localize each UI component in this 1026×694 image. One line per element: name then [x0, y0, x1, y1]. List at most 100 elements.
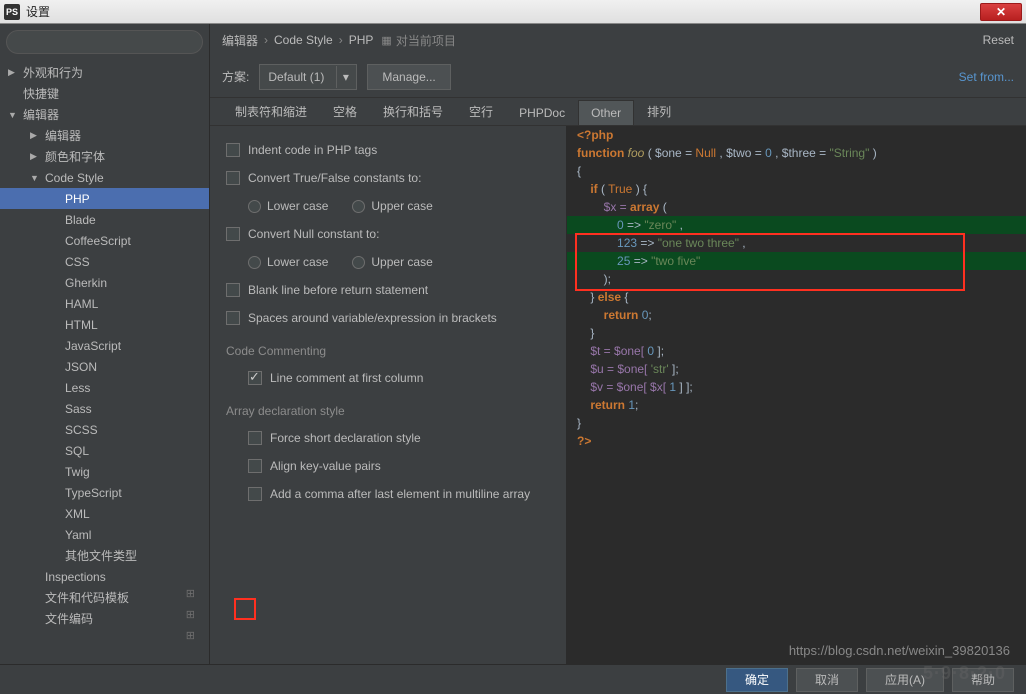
tree-item-label: TypeScript: [65, 486, 122, 500]
tree-item-sql[interactable]: SQL: [0, 440, 209, 461]
tree-item-javascript[interactable]: JavaScript: [0, 335, 209, 356]
tree-item-编辑器[interactable]: ▶编辑器: [0, 125, 209, 146]
tree-item-gherkin[interactable]: Gherkin: [0, 272, 209, 293]
tree-item-label: Blade: [65, 213, 96, 227]
option-convert-true-false[interactable]: Convert True/False constants to:: [218, 164, 558, 192]
option-blank-before-return[interactable]: Blank line before return statement: [218, 276, 558, 304]
ok-button[interactable]: 确定: [726, 668, 788, 692]
checkbox-icon: [248, 487, 262, 501]
checkbox-icon: [248, 431, 262, 445]
option-comma-after-last[interactable]: Add a comma after last element in multil…: [218, 480, 558, 508]
option-align-key-value[interactable]: Align key-value pairs: [218, 452, 558, 480]
tree-item-label: Code Style: [45, 171, 104, 185]
radio-icon: [352, 200, 365, 213]
tree-item-文件和代码模板[interactable]: 文件和代码模板: [0, 587, 209, 608]
tree-item-颜色和字体[interactable]: ▶颜色和字体: [0, 146, 209, 167]
tree-item-label: CoffeeScript: [65, 234, 131, 248]
tree-item-label: 外观和行为: [23, 64, 83, 81]
tab-0[interactable]: 制表符和缩进: [222, 97, 320, 125]
reset-link[interactable]: Reset: [983, 33, 1014, 47]
tree-item-快捷键[interactable]: 快捷键: [0, 83, 209, 104]
tree-item-文件编码[interactable]: 文件编码: [0, 608, 209, 629]
option-indent-php-tags[interactable]: Indent code in PHP tags: [218, 136, 558, 164]
tree-item-less[interactable]: Less: [0, 377, 209, 398]
manage-button[interactable]: Manage...: [367, 64, 450, 90]
breadcrumb-codestyle[interactable]: Code Style: [274, 33, 333, 47]
option-convert-null[interactable]: Convert Null constant to:: [218, 220, 558, 248]
tree-item-html[interactable]: HTML: [0, 314, 209, 335]
tree-item-typescript[interactable]: TypeScript: [0, 482, 209, 503]
tree-item-label: PHP: [65, 192, 90, 206]
set-from-link[interactable]: Set from...: [959, 70, 1014, 84]
option-force-short[interactable]: Force short declaration style: [218, 424, 558, 452]
arrow-down-icon: ▼: [8, 110, 20, 120]
scheme-value: Default (1): [268, 70, 324, 84]
tree-item-label: 文件编码: [45, 610, 93, 627]
tree-item-label: Inspections: [45, 570, 106, 584]
radio-lower-case[interactable]: Lower case: [248, 199, 328, 213]
tree-item-label: 编辑器: [23, 106, 59, 123]
option-line-comment-first[interactable]: Line comment at first column: [218, 364, 558, 392]
tree-item-yaml[interactable]: Yaml: [0, 524, 209, 545]
chevron-right-icon: ›: [264, 33, 268, 47]
tree-item-label: 快捷键: [23, 85, 59, 102]
close-button[interactable]: ✕: [980, 3, 1022, 21]
tree-item-xml[interactable]: XML: [0, 503, 209, 524]
tree-item-coffeescript[interactable]: CoffeeScript: [0, 230, 209, 251]
tree-item-label: 文件和代码模板: [45, 589, 129, 606]
tree-item-label: Yaml: [65, 528, 91, 542]
tree-item-其他文件类型[interactable]: 其他文件类型: [0, 545, 209, 566]
options-panel: Indent code in PHP tags Convert True/Fal…: [210, 126, 567, 664]
tree-item-css[interactable]: CSS: [0, 251, 209, 272]
tab-6[interactable]: 排列: [634, 97, 684, 125]
tree-item-编辑器[interactable]: ▼编辑器: [0, 104, 209, 125]
tree-item-blade[interactable]: Blade: [0, 209, 209, 230]
cancel-button[interactable]: 取消: [796, 668, 858, 692]
chevron-right-icon: ›: [339, 33, 343, 47]
tree-item-inspections[interactable]: Inspections: [0, 566, 209, 587]
arrow-right-icon: ▶: [30, 151, 42, 162]
tree-item-haml[interactable]: HAML: [0, 293, 209, 314]
tree-item-json[interactable]: JSON: [0, 356, 209, 377]
tree-item-label: XML: [65, 507, 90, 521]
breadcrumb: 编辑器 › Code Style › PHP ▦ 对当前项目 Reset: [210, 24, 1026, 56]
scheme-dropdown[interactable]: Default (1) ▾: [259, 64, 357, 90]
radio-null-upper[interactable]: Upper case: [352, 255, 432, 269]
radio-upper-case[interactable]: Upper case: [352, 199, 432, 213]
tree-item-label: 其他文件类型: [65, 547, 137, 564]
checkbox-checked-icon: [248, 371, 262, 385]
search-input[interactable]: [6, 30, 203, 54]
tab-1[interactable]: 空格: [320, 97, 370, 125]
breadcrumb-editor[interactable]: 编辑器: [222, 32, 258, 49]
chevron-down-icon: ▾: [336, 66, 354, 88]
tab-5[interactable]: Other: [578, 100, 634, 125]
tree-item-php[interactable]: PHP: [0, 188, 209, 209]
arrow-down-icon: ▼: [30, 173, 42, 183]
tab-3[interactable]: 空行: [456, 97, 506, 125]
help-button[interactable]: 帮助: [952, 668, 1014, 692]
radio-icon: [352, 256, 365, 269]
checkbox-icon: [226, 227, 240, 241]
settings-tree: ▶外观和行为快捷键▼编辑器▶编辑器▶颜色和字体▼Code Style⊞PHPBl…: [0, 60, 209, 664]
tabs: 制表符和缩进空格换行和括号空行PHPDocOther排列: [210, 98, 1026, 126]
project-scope-label: 对当前项目: [396, 32, 456, 49]
tree-item-code-style[interactable]: ▼Code Style: [0, 167, 209, 188]
option-spaces-brackets[interactable]: Spaces around variable/expression in bra…: [218, 304, 558, 332]
tree-item-sass[interactable]: Sass: [0, 398, 209, 419]
radio-null-lower[interactable]: Lower case: [248, 255, 328, 269]
apply-button[interactable]: 应用(A): [866, 668, 944, 692]
checkbox-icon: [226, 143, 240, 157]
tree-item-外观和行为[interactable]: ▶外观和行为: [0, 62, 209, 83]
app-icon: PS: [4, 4, 20, 20]
tree-item-twig[interactable]: Twig: [0, 461, 209, 482]
tree-item-label: CSS: [65, 255, 90, 269]
highlight-annotation: [234, 598, 256, 620]
tab-4[interactable]: PHPDoc: [506, 100, 578, 125]
code-preview: <?php function foo ( $one = Null , $two …: [567, 126, 1026, 664]
tree-item-label: HTML: [65, 318, 98, 332]
tree-item-scss[interactable]: SCSS: [0, 419, 209, 440]
project-icon: ▦: [381, 34, 391, 47]
tab-2[interactable]: 换行和括号: [370, 97, 456, 125]
radio-icon: [248, 200, 261, 213]
radio-icon: [248, 256, 261, 269]
